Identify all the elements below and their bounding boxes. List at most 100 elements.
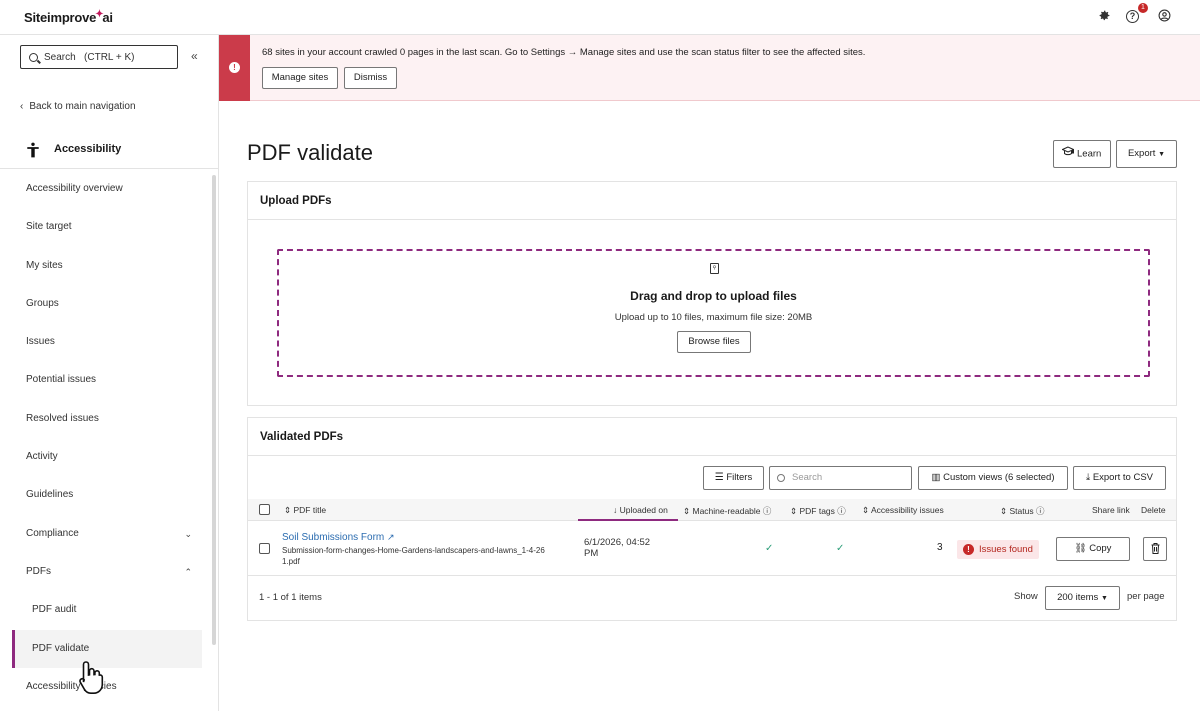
validated-card: Validated PDFs ☰ Filters Search ▥ Custom… <box>247 417 1177 621</box>
filename-line1: Submission-form-changes-Home-Gardens-lan… <box>282 546 545 555</box>
export-dropdown[interactable]: Export ▼ <box>1116 140 1177 168</box>
scan-alert-banner: ! 68 sites in your account crawled 0 pag… <box>219 35 1200 101</box>
sidebar-item-activity[interactable]: Activity <box>0 438 212 476</box>
gear-icon[interactable] <box>1096 9 1112 25</box>
back-label: Back to main navigation <box>29 101 136 112</box>
dismiss-button[interactable]: Dismiss <box>344 67 397 89</box>
notification-badge: 1 <box>1138 3 1148 13</box>
alert-icon: ! <box>229 62 240 73</box>
user-icon[interactable] <box>1156 9 1172 25</box>
section-title: Accessibility <box>54 143 122 155</box>
nav-label: Accessibility overview <box>26 183 123 194</box>
manage-sites-button[interactable]: Manage sites <box>262 67 338 89</box>
external-link-icon: ↗ <box>387 532 395 542</box>
filters-button[interactable]: ☰ Filters <box>703 466 764 490</box>
chevron-down-icon: ⌄ <box>184 528 192 539</box>
status-label: Issues found <box>979 544 1033 555</box>
issues-count: 3 <box>937 542 943 553</box>
col-label: Status <box>1009 506 1034 516</box>
sidebar-item-compliance[interactable]: Compliance ⌄ <box>0 515 212 553</box>
custom-views-label: Custom views (6 selected) <box>943 472 1055 483</box>
search-icon <box>777 474 785 482</box>
export-csv-label: Export to CSV <box>1092 472 1154 483</box>
search-icon <box>29 52 38 62</box>
col-machine-readable[interactable]: ⇕ Machine-readable ⓘ <box>683 505 771 517</box>
sidebar-item-pdf-validate[interactable]: PDF validate <box>12 629 202 669</box>
select-all-checkbox[interactable] <box>259 504 270 515</box>
custom-views-button[interactable]: ▥ Custom views (6 selected) <box>918 466 1068 490</box>
sidebar-item-pdfs[interactable]: PDFs ⌃ <box>0 553 212 591</box>
chevron-left-icon: ‹ <box>20 101 24 112</box>
logo[interactable]: Siteimprove✦ai <box>24 9 113 25</box>
col-label: Accessibility issues <box>871 505 944 515</box>
upload-dropzone[interactable]: ⚲ Drag and drop to upload files Upload u… <box>277 249 1150 377</box>
sidebar-item-my-sites[interactable]: My sites <box>0 247 212 285</box>
sidebar-item-groups[interactable]: Groups <box>0 285 212 323</box>
col-uploaded-on[interactable]: ↓ Uploaded on <box>613 505 668 515</box>
delete-button[interactable] <box>1143 537 1167 561</box>
uploaded-line2: PM <box>584 548 599 559</box>
nav-label: Potential issues <box>26 374 97 386</box>
pdf-title-link[interactable]: Soil Submissions Form ↗ <box>282 532 545 543</box>
back-to-main-navigation[interactable]: ‹ Back to main navigation <box>20 101 136 112</box>
collapse-sidebar-icon[interactable]: « <box>191 49 198 63</box>
link-icon: ⛓ <box>1074 543 1087 554</box>
row-checkbox[interactable] <box>259 543 270 554</box>
caret-down-icon: ▼ <box>1158 151 1166 158</box>
pdf-filename: Submission-form-changes-Home-Gardens-lan… <box>282 545 545 567</box>
uploaded-line1: 6/1/2026, 04:52 <box>584 537 651 548</box>
validated-heading: Validated PDFs <box>248 418 1176 456</box>
export-csv-button[interactable]: ⤓ Export to CSV <box>1073 466 1166 490</box>
pdf-tags-check-icon: ✓ <box>836 543 845 554</box>
machine-readable-check-icon: ✓ <box>765 543 774 554</box>
col-delete: Delete <box>1141 505 1166 515</box>
table-header: ⇕ PDF title ↓ Uploaded on ⇕ Machine-read… <box>248 499 1176 521</box>
nav-label: PDF audit <box>32 604 77 616</box>
copy-link-button[interactable]: ⛓ Copy <box>1056 537 1130 561</box>
pdf-file-icon: ⚲ <box>710 263 719 274</box>
hand-pointer-cursor-icon <box>79 661 104 694</box>
table-footer: 1 - 1 of 1 items Show 200 items ▼ per pa… <box>248 576 1176 620</box>
page-title: PDF validate <box>247 140 373 165</box>
sidebar-item-guidelines[interactable]: Guidelines <box>0 476 212 514</box>
sidebar-item-accessibility-overview[interactable]: Accessibility overview <box>0 170 212 208</box>
alert-message: 68 sites in your account crawled 0 pages… <box>262 47 866 58</box>
table-search-input[interactable]: Search <box>769 466 912 490</box>
sidebar-item-potential-issues[interactable]: Potential issues <box>0 361 212 399</box>
export-label: Export <box>1127 148 1156 159</box>
sidebar-item-issues[interactable]: Issues <box>0 323 212 361</box>
help-icon[interactable]: ? 1 <box>1126 3 1148 25</box>
sidebar-item-site-target[interactable]: Site target <box>0 208 212 246</box>
chevron-up-icon: ⌃ <box>184 566 192 577</box>
pdf-title: Soil Submissions Form <box>282 532 385 543</box>
table-row: Soil Submissions Form ↗ Submission-form-… <box>248 522 1176 576</box>
col-pdf-tags[interactable]: ⇕ PDF tags ⓘ <box>790 505 846 517</box>
col-pdf-title[interactable]: ⇕ PDF title <box>284 505 326 516</box>
learn-label: Learn <box>1077 148 1102 160</box>
page-size-select[interactable]: 200 items ▼ <box>1045 586 1120 610</box>
sidebar-item-accessibility-policies[interactable]: Accessibility policies <box>0 668 212 706</box>
per-page-label: per page <box>1127 591 1165 602</box>
nav-label: PDF validate <box>32 642 90 654</box>
col-label: PDF title <box>293 505 327 515</box>
nav-label: PDFs <box>26 565 51 577</box>
upload-card: Upload PDFs ⚲ Drag and drop to upload fi… <box>247 181 1177 406</box>
col-accessibility-issues[interactable]: ⇕ Accessibility issues <box>862 505 944 516</box>
sidebar-scrollbar[interactable] <box>212 175 216 645</box>
col-status[interactable]: ⇕ Status ⓘ <box>1000 505 1044 517</box>
learn-button[interactable]: Learn <box>1053 140 1111 168</box>
sidebar-item-pdf-audit[interactable]: PDF audit <box>0 591 212 629</box>
nav-label: Compliance <box>26 527 79 539</box>
sort-indicator <box>578 519 678 521</box>
sidebar-search-input[interactable]: Search (CTRL + K) <box>20 45 178 69</box>
nav-label: Site target <box>26 221 72 233</box>
col-label: PDF tags <box>799 506 835 516</box>
nav-label: Issues <box>26 336 55 348</box>
browse-files-button[interactable]: Browse files <box>677 331 751 353</box>
sidebar-item-resolved-issues[interactable]: Resolved issues <box>0 400 212 438</box>
dropzone-title: Drag and drop to upload files <box>630 289 797 303</box>
items-count: 1 - 1 of 1 items <box>259 592 322 603</box>
error-icon: ! <box>963 544 974 555</box>
section-header: Accessibility <box>0 131 218 169</box>
caret-down-icon: ▼ <box>1100 595 1108 602</box>
